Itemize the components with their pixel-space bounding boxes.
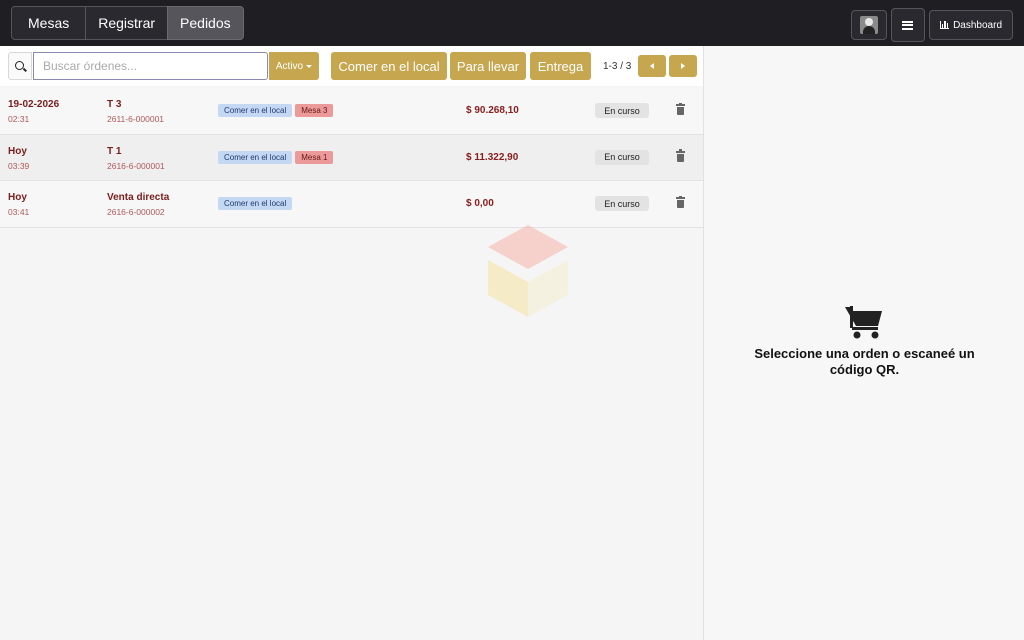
- trash-icon[interactable]: [676, 102, 685, 115]
- order-time: 02:31: [8, 114, 30, 124]
- hamburger-icon: [902, 20, 914, 30]
- dashboard-button[interactable]: Dashboard: [928, 10, 1013, 40]
- top-right-actions: Dashboard: [850, 8, 1013, 42]
- search-input[interactable]: [33, 52, 268, 80]
- status-filter-label: Activo: [275, 60, 304, 72]
- filter-para-llevar-button[interactable]: Para llevar: [450, 52, 526, 80]
- order-badges: Comer en el local: [218, 197, 293, 210]
- order-row[interactable]: 19-02-2026 02:31 T 3 2611-6-000001 Comer…: [0, 88, 703, 135]
- trash-icon[interactable]: [676, 195, 685, 208]
- order-name: T 1: [107, 145, 122, 157]
- caret-down-icon: [306, 64, 313, 68]
- empty-state-line-1: Seleccione una orden o escaneé un: [754, 346, 975, 361]
- search-icon: [8, 52, 32, 80]
- order-date: Hoy: [8, 192, 27, 203]
- menu-button[interactable]: [890, 8, 925, 42]
- service-badge: Comer en el local: [218, 150, 293, 164]
- orders-toolbar: Activo Comer en el local Para llevar Ent…: [0, 46, 703, 86]
- table-badge: Mesa 1: [295, 150, 334, 164]
- status-badge: En curso: [595, 196, 649, 211]
- tab-mesas[interactable]: Mesas: [11, 6, 87, 40]
- order-name: T 3: [107, 99, 122, 110]
- filter-comer-en-el-local-button[interactable]: Comer en el local: [331, 52, 447, 80]
- service-badge: Comer en el local: [218, 197, 293, 210]
- order-row[interactable]: Hoy 03:39 T 1 2616-6-000001 Comer en el …: [0, 134, 703, 181]
- order-detail-pane: Seleccione una orden o escaneé un código…: [703, 46, 1024, 640]
- order-total: $ 11.322,90: [466, 151, 519, 163]
- user-avatar-button[interactable]: [850, 10, 887, 40]
- top-navbar: Mesas Registrar Pedidos Dashboard: [0, 0, 1024, 46]
- order-date: 19-02-2026: [8, 99, 60, 110]
- main-tabs: Mesas Registrar Pedidos: [11, 6, 244, 40]
- shopping-cart-icon: [845, 306, 882, 339]
- next-page-button[interactable]: [669, 55, 697, 77]
- order-row[interactable]: Hoy 03:41 Venta directa 2616-6-000002 Co…: [0, 181, 703, 228]
- status-filter-dropdown[interactable]: Activo: [269, 52, 319, 80]
- caret-left-icon: [650, 63, 654, 69]
- avatar: [859, 16, 878, 34]
- orders-list: 19-02-2026 02:31 T 3 2611-6-000001 Comer…: [0, 88, 703, 228]
- caret-right-icon: [681, 63, 685, 69]
- order-total: $ 90.268,10: [466, 105, 519, 116]
- tab-registrar[interactable]: Registrar: [85, 6, 169, 40]
- order-code: 2616-6-000002: [107, 207, 165, 217]
- bar-chart-icon: [939, 21, 950, 29]
- service-badge: Comer en el local: [218, 104, 293, 117]
- cube-logo-watermark: [488, 225, 568, 317]
- filter-entrega-button[interactable]: Entrega: [530, 52, 591, 80]
- status-badge: En curso: [595, 103, 649, 118]
- order-badges: Comer en el local Mesa 1: [218, 150, 334, 164]
- order-code: 2616-6-000001: [107, 160, 165, 171]
- orders-pane: Activo Comer en el local Para llevar Ent…: [0, 46, 703, 640]
- pagination-info: 1-3 / 3: [603, 61, 632, 72]
- trash-icon[interactable]: [676, 149, 685, 162]
- table-badge: Mesa 3: [295, 104, 334, 117]
- tab-pedidos[interactable]: Pedidos: [167, 6, 244, 40]
- order-time: 03:41: [8, 207, 30, 217]
- empty-state-message: Seleccione una orden o escaneé un código…: [704, 346, 1024, 378]
- order-total: $ 0,00: [466, 198, 494, 209]
- order-date: Hoy: [8, 145, 27, 157]
- order-code: 2611-6-000001: [107, 114, 165, 124]
- prev-page-button[interactable]: [638, 55, 666, 77]
- empty-state-line-2: código QR.: [829, 362, 900, 377]
- dashboard-label: Dashboard: [953, 19, 1002, 31]
- status-badge: En curso: [595, 149, 649, 165]
- order-badges: Comer en el local Mesa 3: [218, 104, 334, 117]
- order-time: 03:39: [8, 160, 30, 171]
- order-name: Venta directa: [107, 192, 170, 203]
